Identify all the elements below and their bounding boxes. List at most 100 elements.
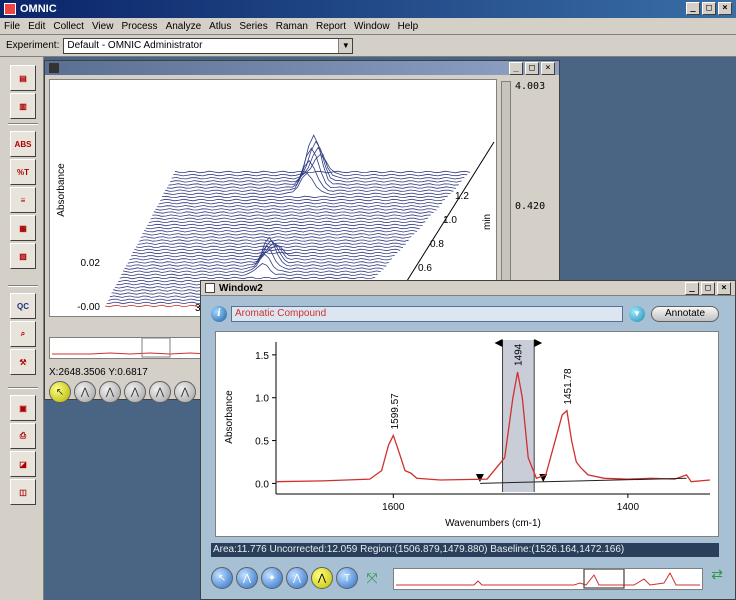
window2-minimize-button[interactable]: _ — [685, 282, 699, 295]
maximize-button[interactable]: □ — [702, 2, 716, 15]
spectrum-minimap-svg — [396, 568, 700, 589]
menu-analyze[interactable]: Analyze — [166, 21, 202, 32]
menubar: File Edit Collect View Process Analyze A… — [0, 18, 736, 35]
peak-tool-icon[interactable]: ✦ — [261, 567, 283, 589]
select-tool-icon[interactable]: ↖ — [49, 381, 71, 403]
waterfall-ylabel: Absorbance — [56, 163, 67, 217]
waterfall-trace — [160, 198, 445, 202]
time-tick: 0.6 — [418, 263, 432, 274]
text-tool-icon[interactable]: T — [336, 567, 358, 589]
series-minimize-button[interactable]: _ — [509, 62, 523, 75]
menu-raman[interactable]: Raman — [276, 21, 308, 32]
window2-close-button[interactable]: × — [717, 282, 731, 295]
region-arrow-right — [534, 339, 543, 347]
search-icon[interactable]: ⌕ — [10, 321, 36, 347]
absorbance-button[interactable]: ABS — [10, 131, 36, 157]
waterfall-trace — [158, 201, 443, 205]
app-title: OMNIC — [20, 3, 57, 15]
menu-collect[interactable]: Collect — [53, 21, 84, 32]
series-maximize-button[interactable]: □ — [525, 62, 539, 75]
menu-report[interactable]: Report — [316, 21, 346, 32]
waterfall-trace — [174, 170, 471, 174]
zoom-arrows-icon[interactable]: ⤧ — [361, 567, 383, 589]
annotation-input[interactable]: Aromatic Compound — [231, 306, 623, 322]
peaks-icon[interactable]: ▦ — [10, 215, 36, 241]
menu-file[interactable]: File — [4, 21, 20, 32]
menu-view[interactable]: View — [92, 21, 114, 32]
library-icon[interactable]: ▧ — [10, 243, 36, 269]
window2-titlebar: Window2 _ □ × — [201, 281, 735, 296]
x-tick-label: 1600 — [382, 502, 405, 513]
time-tick: 1.2 — [455, 191, 469, 202]
transmittance-label: %T — [17, 167, 29, 177]
peak-tool-icon[interactable]: ⋀ — [99, 381, 121, 403]
select-tool-icon[interactable]: ↖ — [211, 567, 233, 589]
annotate-button[interactable]: Annotate — [651, 306, 719, 322]
area-tool-icon[interactable]: ⋀ — [174, 381, 196, 403]
transmittance-button[interactable]: %T — [10, 159, 36, 185]
left-toolbar: ▤ ▥ ABS %T ≡ ▦ ▧ QC ⌕ ⚒ ▣ ⎙ ◪ ◫ — [0, 57, 44, 600]
series-max-value: 4.003 — [515, 81, 546, 92]
series-tool-palette: ↖ ⋀ ⋀ ⋀ ⋀ ⋀ — [49, 381, 196, 403]
spectrum-plot[interactable]: 0.0 0.5 1.0 1.5 1600 1400 Wavenumbers (cm-1) Ab… — [215, 331, 719, 537]
chevron-down-icon[interactable]: ▼ — [338, 38, 353, 53]
series-window-titlebar: _ □ × — [45, 61, 559, 75]
waterfall-trace — [119, 276, 376, 280]
qc-label: QC — [17, 301, 29, 311]
export-icon[interactable]: ◫ — [10, 479, 36, 505]
menu-series[interactable]: Series — [239, 21, 267, 32]
menu-atlus[interactable]: Atlus — [209, 21, 231, 32]
menu-help[interactable]: Help — [398, 21, 419, 32]
spectrum-overlay-icon[interactable]: ▥ — [10, 93, 36, 119]
info-icon[interactable]: i — [211, 306, 227, 322]
region-tool-icon[interactable]: ⋀ — [74, 381, 96, 403]
qc-button[interactable]: QC — [10, 293, 36, 319]
window2-maximize-button[interactable]: □ — [701, 282, 715, 295]
experiment-bar: Experiment: Default - OMNIC Administrato… — [0, 35, 736, 57]
y-tick-label: 0.5 — [255, 437, 269, 448]
experiment-select[interactable]: Default - OMNIC Administrator ▼ — [63, 37, 354, 54]
series-window-icon — [49, 63, 59, 73]
chevron-down-icon[interactable]: ▼ — [629, 306, 645, 322]
minimize-button[interactable]: _ — [686, 2, 700, 15]
series-scrollbar[interactable] — [501, 81, 511, 311]
waterfall-trace — [142, 233, 415, 236]
baseline-tool-icon[interactable]: ⋀ — [286, 567, 308, 589]
height-tool-icon[interactable]: ⋀ — [149, 381, 171, 403]
spectrum-minimap[interactable] — [393, 568, 703, 590]
close-button[interactable]: × — [718, 2, 732, 15]
spectrum-svg: 0.0 0.5 1.0 1.5 1600 1400 Wavenumbers (cm-1) Ab… — [224, 339, 711, 529]
menu-edit[interactable]: Edit — [28, 21, 45, 32]
baseline-tool-icon[interactable]: ⋀ — [124, 381, 146, 403]
waterfall-trace — [147, 223, 423, 227]
time-axis-label: min — [482, 214, 493, 230]
menu-window[interactable]: Window — [354, 21, 390, 32]
save-icon[interactable]: ◪ — [10, 451, 36, 477]
waterfall-trace — [129, 242, 393, 261]
scroll-arrows-icon[interactable]: ⇄ — [711, 567, 723, 581]
waterfall-trace — [153, 211, 434, 214]
spectrum-stack-icon[interactable]: ▤ — [10, 65, 36, 91]
waterfall-trace — [150, 217, 429, 220]
window2: Window2 _ □ × i Aromatic Compound ▼ Anno… — [200, 280, 736, 600]
waterfall-trace — [139, 239, 409, 242]
waterfall-trace — [140, 236, 412, 239]
waterfall-trace — [137, 242, 406, 245]
print-icon[interactable]: ⎙ — [10, 423, 36, 449]
waterfall-trace — [144, 229, 418, 233]
toolbar-separator — [8, 387, 38, 389]
series-close-button[interactable]: × — [541, 62, 555, 75]
menu-process[interactable]: Process — [121, 21, 157, 32]
x-axis-label: Wavenumbers (cm-1) — [445, 518, 541, 529]
region-tool-icon[interactable]: ⋀ — [236, 567, 258, 589]
microscope-icon[interactable]: ⚒ — [10, 349, 36, 375]
report-icon[interactable]: ▣ — [10, 395, 36, 421]
window2-icon — [205, 283, 215, 293]
waterfall-trace — [166, 147, 457, 189]
y-tick-label: 0.0 — [255, 479, 269, 490]
waterfall-trace — [155, 208, 437, 211]
baseline-icon[interactable]: ≡ — [10, 187, 36, 213]
time-tick: 1.0 — [443, 215, 457, 226]
area-tool-icon[interactable]: ⋀ — [311, 567, 333, 589]
waterfall-trace — [121, 263, 378, 277]
